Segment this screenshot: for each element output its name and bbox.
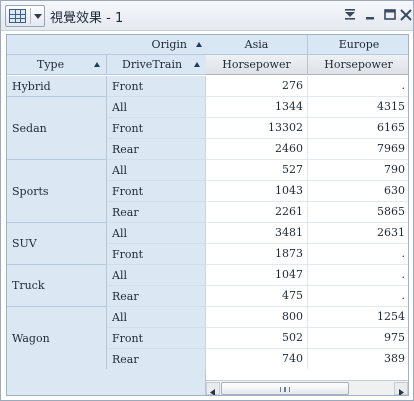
row-header-drivetrain[interactable]: Rear	[107, 139, 206, 160]
table-menu-icon	[9, 9, 26, 23]
value-cell-asia[interactable]: 527	[206, 160, 308, 181]
row-header-type[interactable]: Wagon	[7, 307, 107, 370]
scroll-left-icon	[210, 389, 215, 395]
minimize-icon[interactable]	[361, 6, 379, 24]
value-cell-asia[interactable]: 1873	[206, 244, 308, 265]
value-cell-europe[interactable]: 2631	[308, 223, 408, 244]
value-cell-europe[interactable]: .	[308, 244, 408, 265]
value-cell-europe[interactable]: 1254	[308, 307, 408, 328]
type-header[interactable]: Type	[7, 55, 107, 75]
maximize-icon[interactable]	[381, 6, 399, 24]
value-cell-asia[interactable]: 800	[206, 307, 308, 328]
value-cell-europe[interactable]: 975	[308, 328, 408, 349]
row-header-drivetrain[interactable]: Rear	[107, 349, 206, 370]
horizontal-scrollbar[interactable]	[206, 380, 408, 395]
row-header-drivetrain[interactable]: Front	[107, 328, 206, 349]
value-cell-asia[interactable]: 2460	[206, 139, 308, 160]
scroll-left-button[interactable]	[206, 382, 220, 395]
row-header-drivetrain[interactable]: All	[107, 307, 206, 328]
value-cell-asia[interactable]: 475	[206, 286, 308, 307]
row-header-type[interactable]: Hybrid	[7, 76, 107, 97]
value-cell-europe[interactable]: .	[308, 265, 408, 286]
origin-header-label[interactable]: Origin	[127, 38, 187, 52]
column-header-europe[interactable]: Europe	[308, 35, 408, 55]
scroll-right-icon	[399, 389, 404, 395]
value-cell-asia[interactable]: 1043	[206, 181, 308, 202]
value-cell-asia[interactable]: 13302	[206, 118, 308, 139]
value-cell-europe[interactable]: 4315	[308, 97, 408, 118]
sort-ascending-icon[interactable]	[194, 62, 200, 67]
row-header-drivetrain[interactable]: Rear	[107, 286, 206, 307]
value-cell-europe[interactable]: 6165	[308, 118, 408, 139]
row-header-drivetrain[interactable]: All	[107, 97, 206, 118]
scrollbar-thumb[interactable]	[221, 382, 349, 395]
row-header-drivetrain[interactable]: Front	[107, 118, 206, 139]
title-bar: 視覺效果 - 1	[1, 1, 413, 31]
crosstab-grid: Origin Type DriveTrain Asia Europe Horse…	[6, 34, 409, 396]
column-header-asia[interactable]: Asia	[206, 35, 308, 55]
table-menu-button[interactable]	[5, 5, 45, 27]
sort-ascending-icon[interactable]	[94, 62, 100, 67]
row-header-type[interactable]: Sedan	[7, 97, 107, 160]
measure-header-asia[interactable]: Horsepower	[206, 55, 308, 75]
row-header-type[interactable]: SUV	[7, 223, 107, 265]
visualization-window: 視覺效果 - 1 Origin Type DriveTrain Asia Eur…	[0, 0, 414, 401]
filter-icon[interactable]	[341, 6, 359, 24]
close-icon[interactable]	[399, 6, 413, 24]
row-header-drivetrain[interactable]: Front	[107, 244, 206, 265]
value-cell-europe[interactable]: .	[308, 286, 408, 307]
row-header-filler	[7, 369, 206, 395]
row-header-drivetrain[interactable]: Front	[107, 76, 206, 97]
value-cell-asia[interactable]: 740	[206, 349, 308, 370]
value-cell-asia[interactable]: 2261	[206, 202, 308, 223]
window-title: 視覺效果 - 1	[50, 11, 124, 26]
sort-ascending-icon[interactable]	[196, 42, 202, 47]
chevron-down-icon	[34, 14, 42, 19]
value-cell-europe[interactable]: 389	[308, 349, 408, 370]
value-cell-europe[interactable]: 7969	[308, 139, 408, 160]
value-cell-europe[interactable]: 630	[308, 181, 408, 202]
value-cell-asia[interactable]: 502	[206, 328, 308, 349]
row-header-drivetrain[interactable]: Front	[107, 181, 206, 202]
value-cell-europe[interactable]: .	[308, 76, 408, 97]
scroll-right-button[interactable]	[394, 382, 408, 395]
grip-icon	[280, 387, 290, 392]
value-cell-asia[interactable]: 3481	[206, 223, 308, 244]
value-cell-europe[interactable]: 5865	[308, 202, 408, 223]
drivetrain-header-label: DriveTrain	[122, 58, 183, 71]
value-cell-asia[interactable]: 276	[206, 76, 308, 97]
row-header-drivetrain[interactable]: Rear	[107, 202, 206, 223]
row-header-type[interactable]: Sports	[7, 160, 107, 223]
type-header-label: Type	[37, 58, 65, 71]
row-header-drivetrain[interactable]: All	[107, 265, 206, 286]
value-cell-europe[interactable]: 790	[308, 160, 408, 181]
row-header-drivetrain[interactable]: All	[107, 223, 206, 244]
measure-header-europe[interactable]: Horsepower	[308, 55, 408, 75]
row-header-type[interactable]: Truck	[7, 265, 107, 307]
value-cell-asia[interactable]: 1047	[206, 265, 308, 286]
value-cell-asia[interactable]: 1344	[206, 97, 308, 118]
drivetrain-header[interactable]: DriveTrain	[107, 55, 206, 75]
row-header-drivetrain[interactable]: All	[107, 160, 206, 181]
